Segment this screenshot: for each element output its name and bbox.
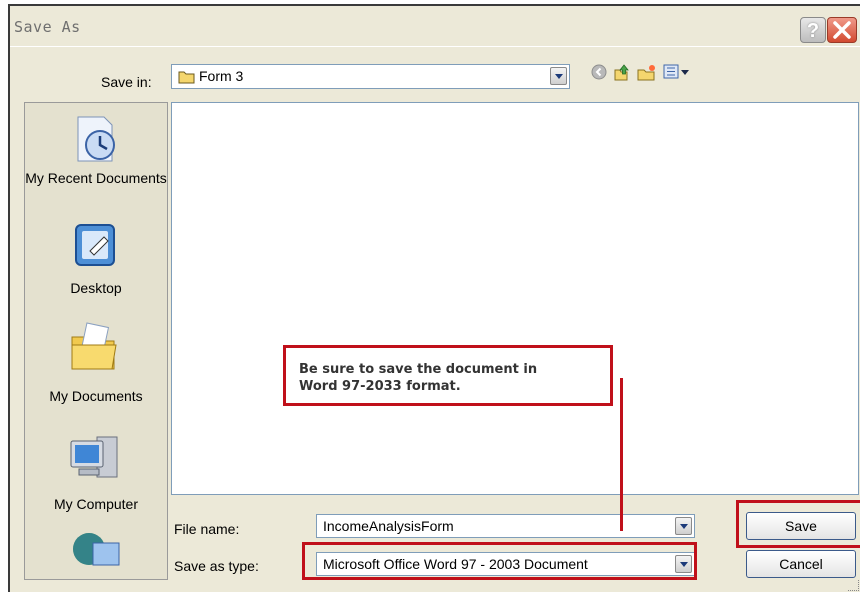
desktop-icon <box>75 224 115 266</box>
folder-icon <box>178 71 195 84</box>
file-name-input[interactable]: IncomeAnalysisForm <box>316 514 695 538</box>
place-my-recent-documents[interactable]: My Recent Documents <box>25 113 167 187</box>
place-my-computer[interactable]: My Computer <box>25 433 167 513</box>
place-my-documents[interactable]: My Documents <box>25 319 167 405</box>
annotation-line-1: Be sure to save the document in <box>299 362 538 377</box>
save-type-highlight <box>302 542 697 580</box>
up-one-level-icon[interactable] <box>613 64 631 82</box>
file-name-value: IncomeAnalysisForm <box>323 518 454 534</box>
cancel-button[interactable]: Cancel <box>746 550 856 578</box>
place-desktop[interactable]: Desktop <box>25 221 167 297</box>
dialog-title: Save As <box>14 18 81 36</box>
file-list[interactable] <box>171 102 859 495</box>
save-in-label: Save in: <box>101 74 152 90</box>
save-button-highlight <box>736 500 860 548</box>
save-in-dropdown[interactable]: Form 3 <box>171 64 570 89</box>
place-label: My Recent Documents <box>25 170 167 186</box>
place-my-network[interactable] <box>25 527 167 579</box>
chevron-down-icon[interactable] <box>550 67 567 85</box>
annotation-callout: Be sure to save the document in Word 97-… <box>283 345 613 406</box>
my-documents-icon <box>71 322 117 370</box>
chevron-down-icon[interactable] <box>675 517 692 535</box>
place-label: My Documents <box>49 388 143 404</box>
my-computer-icon <box>70 436 118 478</box>
place-label: Desktop <box>70 280 122 296</box>
views-menu-icon[interactable] <box>663 64 691 80</box>
save-as-dialog: Save As ? Save in: Form 3 My Recent Docu… <box>8 4 860 592</box>
title-bar[interactable]: Save As ? <box>10 6 860 47</box>
back-icon[interactable] <box>591 64 607 80</box>
new-folder-icon[interactable] <box>637 64 657 82</box>
network-icon <box>73 533 120 566</box>
recent-documents-icon <box>77 116 115 162</box>
close-icon <box>833 21 851 39</box>
close-button[interactable] <box>827 17 857 43</box>
help-button[interactable]: ? <box>800 17 826 43</box>
annotation-line-2: Word 97-2033 format. <box>299 379 461 394</box>
annotation-connector <box>620 378 623 531</box>
save-as-type-label: Save as type: <box>174 558 259 574</box>
annotation-text: Be sure to save the document in Word 97-… <box>299 361 537 395</box>
save-in-value: Form 3 <box>199 68 244 84</box>
resize-grip[interactable] <box>848 580 859 591</box>
file-name-label: File name: <box>174 521 240 537</box>
place-label: My Computer <box>53 496 139 512</box>
places-bar: My Recent Documents Desktop My Documents <box>24 102 168 580</box>
